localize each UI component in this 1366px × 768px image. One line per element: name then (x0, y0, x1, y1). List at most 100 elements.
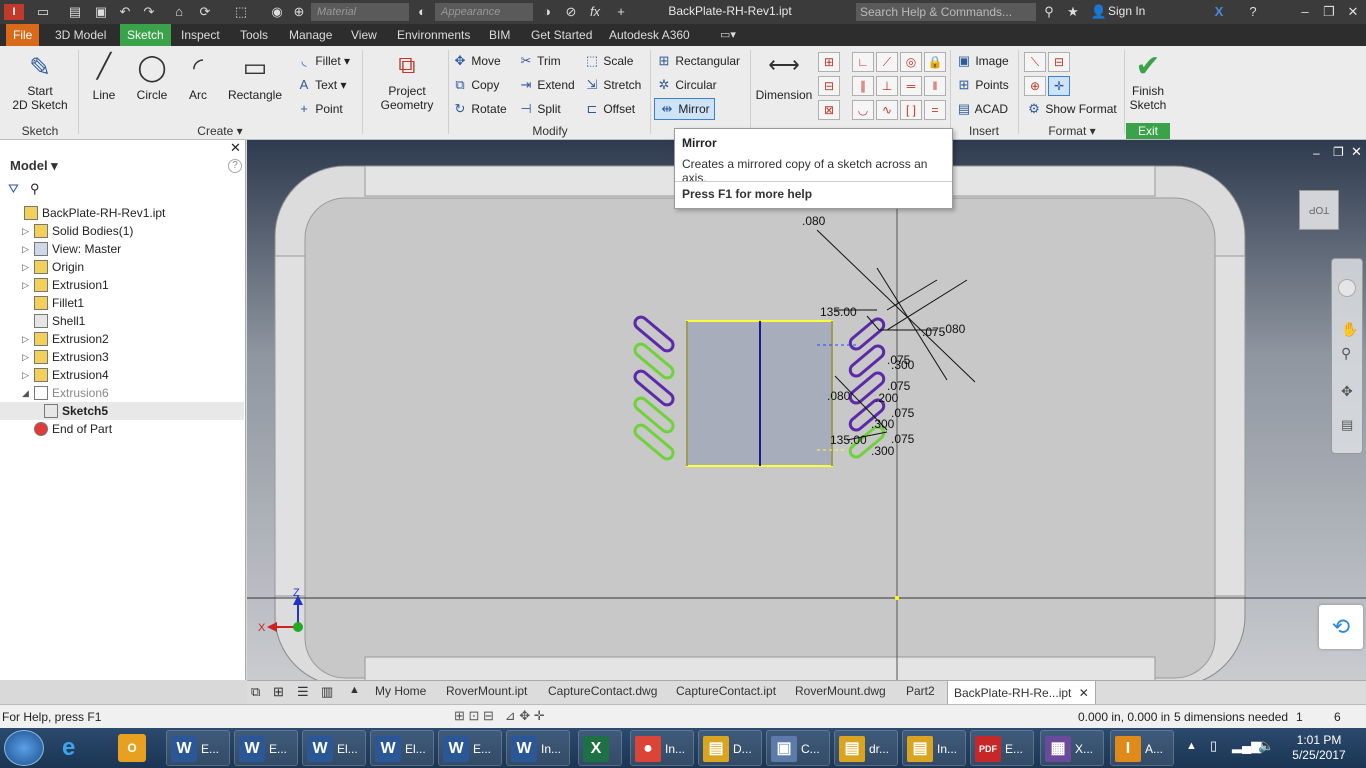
rectangular-pattern-button[interactable]: ⊞ Rectangular (656, 53, 741, 69)
split-button[interactable]: ⊣ Split (518, 101, 560, 117)
canvas-restore-icon[interactable]: ❐ (1333, 145, 1344, 159)
taskbar-item[interactable]: W El... (370, 730, 434, 766)
smooth-constraint-icon[interactable]: ∿ (876, 100, 898, 120)
dim-300-c[interactable]: .300 (871, 444, 895, 458)
browser-item[interactable]: ▷ Extrusion3 (0, 348, 244, 366)
taskbar-item[interactable]: W El... (302, 730, 366, 766)
driven-dimension-icon[interactable]: ✛ (1048, 76, 1070, 96)
browser-item[interactable]: ▷ View: Master (0, 240, 244, 258)
expand-arrow-icon[interactable]: ▷ (22, 348, 32, 366)
redo-icon[interactable]: ↷ (140, 4, 158, 20)
minimize-icon[interactable]: – (1296, 4, 1314, 20)
browser-item[interactable]: ▷ Extrusion4 (0, 366, 244, 384)
move-button[interactable]: ✥ Move (452, 53, 501, 69)
parallel-constraint-icon[interactable]: ∥ (852, 76, 874, 96)
browser-item[interactable]: Shell1 (0, 312, 244, 330)
browser-item[interactable]: ▷ Extrusion2 (0, 330, 244, 348)
tab-file[interactable]: File (6, 24, 40, 46)
taskbar-item[interactable]: X (578, 730, 622, 766)
tab-bim[interactable]: BIM (482, 24, 517, 46)
appearance-dropdown[interactable]: Appearance (435, 3, 533, 21)
taskbar-item[interactable]: ▣ C... (766, 730, 830, 766)
perpendicular-constraint-icon[interactable]: ⊥ (876, 76, 898, 96)
format-group-label[interactable]: Format ▾ (1024, 124, 1120, 138)
tray-network-icon[interactable]: ▂▄▆ (1232, 738, 1261, 754)
taskbar-item[interactable]: ● In... (630, 730, 694, 766)
canvas-close-icon[interactable]: ✕ (1351, 144, 1362, 160)
doc-tab-part2[interactable]: Part2 (906, 684, 935, 698)
measure-icon[interactable]: ◉ (268, 4, 286, 20)
doc-tab-rovermount-dwg[interactable]: RoverMount.dwg (795, 684, 886, 698)
stretch-button[interactable]: ⇲ Stretch (584, 77, 642, 93)
extend-button[interactable]: ⇥ Extend (518, 77, 575, 93)
browser-item[interactable]: ▷ Extrusion1 (0, 276, 244, 294)
app-logo-icon[interactable]: I (4, 4, 24, 20)
binoculars-icon[interactable]: ⚲ (1040, 4, 1058, 20)
browser-help-icon[interactable]: ? (228, 159, 242, 173)
tab-view[interactable]: View (344, 24, 384, 46)
taskbar-item[interactable]: PDF E... (970, 730, 1034, 766)
tab-inspect[interactable]: Inspect (174, 24, 227, 46)
center-point-icon[interactable]: ⊕ (1024, 76, 1046, 96)
help-icon[interactable]: ? (1244, 4, 1262, 20)
dimension-button[interactable]: ⟷ Dimension (754, 52, 814, 102)
image-button[interactable]: ▣ Image (956, 53, 1009, 69)
taskbar-item[interactable]: ▤ In... (902, 730, 966, 766)
dim-080-right[interactable]: .080 (942, 322, 966, 336)
clear-appearance-icon[interactable]: ⊘ (562, 4, 580, 20)
points-button[interactable]: ⊞ Points (956, 77, 1009, 93)
line-button[interactable]: ╱ Line (84, 52, 124, 102)
tray-expand-icon[interactable]: ▲ (1186, 740, 1197, 752)
adjust-icon[interactable]: ◑ (538, 4, 556, 20)
copy-button[interactable]: ⧉ Copy (452, 77, 499, 93)
sketch-canvas[interactable]: .080 135.00 .075 .080 .075 .300 .075 .20… (247, 140, 1366, 680)
doc-tab-backplate[interactable]: BackPlate-RH-Re...ipt ✕ (947, 681, 1096, 705)
doc-tab-close-icon[interactable]: ✕ (1079, 686, 1089, 700)
start-button[interactable] (4, 730, 44, 766)
taskbar-item[interactable]: I A... (1110, 730, 1174, 766)
outlook-icon[interactable]: O (118, 734, 146, 762)
doc-tab-capturecontact-dwg[interactable]: CaptureContact.dwg (548, 684, 657, 698)
tile-windows-icon[interactable]: ⧉ (251, 684, 260, 700)
browser-title[interactable]: Model ▾ (10, 158, 58, 174)
acad-button[interactable]: ▤ ACAD (956, 101, 1008, 117)
expand-arrow-icon[interactable]: ▷ (22, 276, 32, 294)
select-icon[interactable]: ⬚ (232, 4, 250, 20)
dim-135-bottom[interactable]: 135.00 (830, 433, 867, 447)
browser-item[interactable]: ◢ Extrusion6 (0, 384, 244, 402)
find-icon[interactable]: ⚲ (30, 181, 40, 197)
tab-3d-model[interactable]: 3D Model (48, 24, 113, 46)
arc-button[interactable]: ◜ Arc (178, 52, 218, 102)
taskbar-item[interactable]: W E... (438, 730, 502, 766)
scale-button[interactable]: ⬚ Scale (584, 53, 634, 69)
dim-200[interactable]: .200 (875, 391, 899, 405)
steering-wheel-icon[interactable] (1338, 279, 1356, 297)
show-constraints-icon[interactable]: ⊟ (818, 76, 840, 96)
taskbar-item[interactable]: W E... (234, 730, 298, 766)
browser-item[interactable]: ▷ Solid Bodies(1) (0, 222, 244, 240)
taskbar-item[interactable]: W E... (166, 730, 230, 766)
new-icon[interactable]: ▭ (34, 4, 52, 20)
globe-icon[interactable]: ⊕ (290, 4, 308, 20)
expand-arrow-icon[interactable]: ▷ (22, 240, 32, 258)
dim-075-e[interactable]: .075 (891, 432, 915, 446)
tab-environments[interactable]: Environments (390, 24, 477, 46)
finish-sketch-button[interactable]: ✔ Finish Sketch (1126, 50, 1170, 112)
search-input[interactable]: Search Help & Commands... (856, 3, 1036, 21)
dim-135-top[interactable]: 135.00 (820, 305, 857, 319)
horizontal-split-icon[interactable]: ☰ (297, 684, 309, 700)
dim-300-a[interactable]: .300 (891, 358, 915, 372)
material-dropdown[interactable]: Material (311, 3, 409, 21)
ie-icon[interactable]: e (62, 734, 75, 762)
browser-close-icon[interactable]: ✕ (230, 140, 241, 156)
rotate-button[interactable]: ↻ Rotate (452, 101, 507, 117)
symmetric-constraint-icon[interactable]: [ ] (900, 100, 922, 120)
dim-080-left[interactable]: .080 (827, 389, 851, 403)
graphics-window[interactable]: .080 135.00 .075 .080 .075 .300 .075 .20… (247, 140, 1366, 680)
auto-dimension-icon[interactable]: ⊞ (818, 52, 840, 72)
project-geometry-button[interactable]: ⧉ Project Geometry (370, 52, 444, 112)
text-button[interactable]: A Text ▾ (296, 77, 347, 92)
vertical-constraint-icon[interactable]: ‖ (924, 76, 946, 96)
offset-button[interactable]: ⊏ Offset (584, 101, 636, 117)
show-format-button[interactable]: ⚙ Show Format (1026, 101, 1117, 117)
